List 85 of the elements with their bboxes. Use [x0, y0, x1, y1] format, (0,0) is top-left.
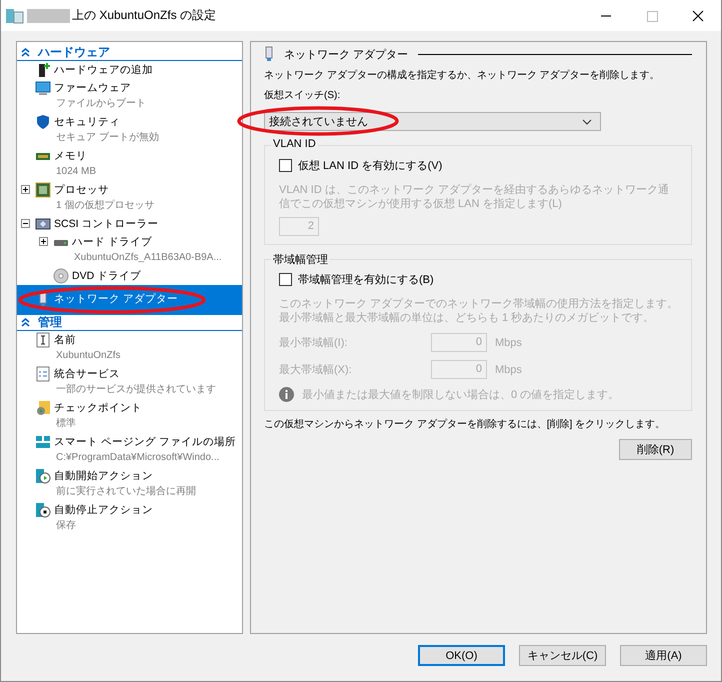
- unit-label: Mbps: [495, 364, 522, 376]
- item-name: 名前: [54, 333, 77, 348]
- item-name: 自動開始アクション: [54, 469, 154, 484]
- item-name: DVD ドライブ: [72, 269, 142, 284]
- tree-item[interactable]: メモリ 1024 MB: [17, 147, 242, 181]
- processor-chip-icon: [35, 182, 51, 198]
- server-stop-icon: [35, 502, 51, 518]
- dialog-button[interactable]: キャンセル(C): [519, 645, 606, 666]
- item-name: メモリ: [54, 149, 88, 164]
- item-name: プロセッサ: [54, 183, 110, 198]
- item-detail: 一部のサービスが提供されています: [55, 382, 216, 397]
- item-detail: XubuntuOnZfs: [55, 349, 120, 363]
- chevron-down-icon: [582, 118, 592, 124]
- info-icon: [279, 387, 294, 402]
- tree-item[interactable]: SCSI コントローラー: [17, 215, 242, 233]
- redacted-block: [27, 8, 70, 22]
- item-detail: セキュア ブートが無効: [55, 130, 159, 145]
- monitor-icon: [35, 80, 51, 96]
- switch-dropdown[interactable]: 接続されていません: [264, 112, 601, 131]
- checkbox-label: 帯域幅管理を有効にする(B): [298, 273, 434, 287]
- note-text: 最小値または最大値を制限しない場合は、0 の値を指定します。: [302, 388, 620, 402]
- item-name: ネットワーク アダプター: [54, 292, 178, 307]
- group-title: 帯域幅管理: [271, 252, 330, 267]
- item-name: セキュリティ: [54, 115, 121, 130]
- tree-item[interactable]: 自動停止アクション 保存: [17, 501, 242, 535]
- help-text: VLAN ID は、このネットワーク アダプターを経由するあらゆるネットワーク通信でこの仮想マシンが使用する仮想 LAN を指定します(L): [279, 183, 670, 211]
- dialog-button[interactable]: 適用(A): [620, 645, 707, 666]
- help-text: このネットワーク アダプターでのネットワーク帯域幅の使用方法を指定します。最小帯域幅と最大帯域幅の単位は、どちらも 1 秒あたりのメガビットです。: [279, 297, 679, 325]
- item-name: 統合サービス: [54, 367, 121, 382]
- tree-item[interactable]: 統合サービス 一部のサービスが提供されています: [17, 365, 242, 399]
- collapse-icon[interactable]: [21, 219, 30, 228]
- item-name: 自動停止アクション: [54, 503, 153, 518]
- item-detail: ファイルからブート: [55, 96, 146, 111]
- item-detail: 前に実行されていた場合に再開: [55, 484, 196, 499]
- checkpoint-icon: [35, 400, 51, 416]
- shield-icon: [35, 114, 51, 130]
- disc-icon: [53, 268, 69, 284]
- field-label: 最大帯域幅(X):: [279, 363, 353, 377]
- group-title: VLAN ID: [271, 138, 318, 150]
- item-name: ハード ドライブ: [72, 235, 153, 250]
- expand-icon[interactable]: [39, 237, 48, 246]
- switch-label: 仮想スイッチ(S):: [264, 89, 342, 102]
- remove-button[interactable]: 削除(R): [619, 439, 692, 460]
- tree-item[interactable]: DVD ドライブ: [17, 267, 242, 285]
- item-name: ファームウェア: [54, 81, 132, 96]
- tree-item[interactable]: プロセッサ 1 個の仮想プロセッサ: [17, 181, 242, 215]
- panel-description: ネットワーク アダプターの構成を指定するか、ネットワーク アダプターを削除します。: [264, 69, 661, 82]
- item-name: ハードウェアの追加: [54, 63, 153, 78]
- item-name: チェックポイント: [54, 401, 142, 416]
- tree-item[interactable]: 名前 XubuntuOnZfs: [17, 331, 242, 365]
- item-name: スマート ページング ファイルの場所: [54, 435, 236, 450]
- tree-item[interactable]: スマート ページング ファイルの場所 C:¥ProgramData¥Microsoft¥Windo...: [17, 433, 242, 467]
- text-cursor-icon: [35, 332, 51, 348]
- item-detail: C:¥ProgramData¥Microsoft¥Windo...: [55, 451, 220, 465]
- checklist-icon: [35, 366, 51, 382]
- tree-item[interactable]: ハードウェアの追加: [17, 61, 242, 79]
- collapse-icon: [21, 318, 30, 327]
- panel-title: ネットワーク アダプター: [284, 48, 408, 62]
- tree-item[interactable]: チェックポイント 標準: [17, 399, 242, 433]
- unit-label: Mbps: [495, 336, 522, 348]
- server-play-icon: [35, 468, 51, 484]
- checkbox[interactable]: [279, 159, 292, 172]
- item-detail: 標準: [55, 416, 77, 431]
- expand-icon[interactable]: [21, 185, 30, 194]
- collapse-icon: [21, 48, 30, 57]
- checkbox[interactable]: [279, 273, 292, 286]
- tree-item[interactable]: セキュリティ セキュア ブートが無効: [17, 113, 242, 147]
- item-name: SCSI コントローラー: [54, 217, 158, 232]
- item-detail: XubuntuOnZfs_A11B63A0-B9A...: [73, 251, 222, 265]
- network-adapter-icon: [264, 46, 274, 62]
- tree-item[interactable]: 自動開始アクション 前に実行されていた場合に再開: [17, 467, 242, 501]
- item-detail: 1024 MB: [55, 165, 96, 179]
- controller-icon: [35, 216, 51, 232]
- dialog-button[interactable]: OK(O): [418, 645, 505, 666]
- paging-file-icon: [35, 434, 51, 450]
- tree-item[interactable]: ファームウェア ファイルからブート: [17, 79, 242, 113]
- remove-description: この仮想マシンからネットワーク アダプターを削除するには、[削除] をクリックします。: [264, 418, 666, 431]
- item-detail: 1 個の仮想プロセッサ: [55, 198, 154, 213]
- window-title: 上の XubuntuOnZfs の設定: [72, 7, 218, 24]
- section-header[interactable]: ハードウェア: [17, 45, 242, 61]
- checkbox-label: 仮想 LAN ID を有効にする(V): [298, 158, 442, 173]
- item-detail: 保存: [55, 519, 77, 533]
- tree-item[interactable]: ハード ドライブ XubuntuOnZfs_A11B63A0-B9A...: [17, 233, 242, 267]
- field-label: 最小帯域幅(I):: [279, 336, 348, 350]
- section-header[interactable]: 管理: [17, 315, 242, 331]
